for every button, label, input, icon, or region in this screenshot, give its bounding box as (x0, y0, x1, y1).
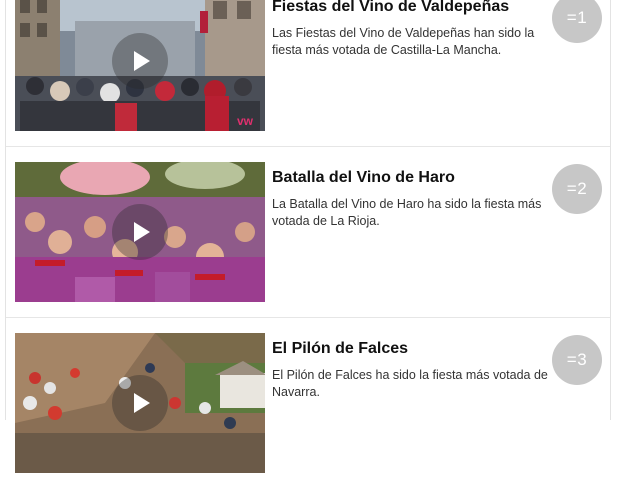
play-button[interactable] (112, 204, 168, 260)
fiestas-list: vw Fiestas del Vino de Valdepeñas Las Fi… (5, 0, 611, 473)
rank-badge: =3 (552, 335, 602, 385)
rank-badge: =2 (552, 164, 602, 214)
item-description: Las Fiestas del Vino de Valdepeñas han s… (272, 26, 535, 57)
play-icon (134, 393, 150, 413)
item-title[interactable]: Fiestas del Vino de Valdepeñas (272, 0, 509, 16)
item-title[interactable]: El Pilón de Falces (272, 340, 408, 358)
item-description: La Batalla del Vino de Haro ha sido la f… (272, 197, 542, 228)
list-item[interactable]: Batalla del Vino de Haro La Batalla del … (6, 146, 610, 317)
play-icon (134, 51, 150, 71)
item-description: El Pilón de Falces ha sido la fiesta más… (272, 368, 548, 399)
rank-badge: =1 (552, 0, 602, 43)
list-item[interactable]: El Pilón de Falces El Pilón de Falces ha… (6, 317, 610, 488)
video-thumbnail[interactable]: vw (15, 0, 265, 131)
list-item[interactable]: vw Fiestas del Vino de Valdepeñas Las Fi… (6, 0, 610, 146)
play-button[interactable] (112, 375, 168, 431)
play-button[interactable] (112, 33, 168, 89)
item-title[interactable]: Batalla del Vino de Haro (272, 169, 455, 187)
video-thumbnail[interactable] (15, 333, 265, 473)
video-thumbnail[interactable] (15, 162, 265, 302)
play-icon (134, 222, 150, 242)
vw-logo: vw (237, 114, 254, 128)
